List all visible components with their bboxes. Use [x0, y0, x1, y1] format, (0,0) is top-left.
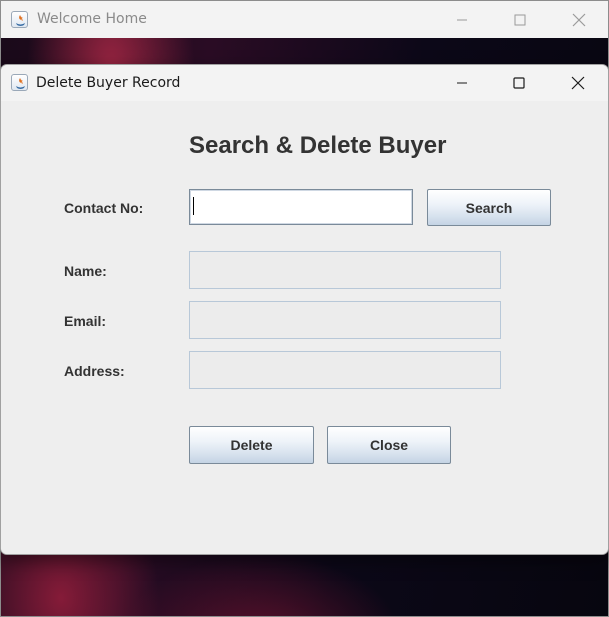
email-field: [189, 301, 501, 339]
email-label: Email:: [64, 313, 107, 329]
dialog-body: Search & Delete Buyer Contact No: Search…: [1, 101, 608, 554]
delete-buyer-dialog: Delete Buyer Record Search & Delete Buye…: [0, 64, 609, 555]
java-app-icon: [11, 11, 28, 28]
close-icon[interactable]: [556, 1, 602, 38]
maximize-icon[interactable]: [497, 1, 543, 38]
page-title: Search & Delete Buyer: [189, 132, 447, 159]
contact-label: Contact No:: [64, 200, 144, 216]
close-button[interactable]: Close: [327, 426, 451, 464]
address-label: Address:: [64, 363, 125, 379]
name-label: Name:: [64, 263, 107, 279]
dialog-titlebar[interactable]: Delete Buyer Record: [1, 65, 608, 101]
contact-input[interactable]: [189, 189, 413, 225]
search-button[interactable]: Search: [427, 189, 551, 226]
background-titlebar: Welcome Home: [1, 1, 608, 38]
java-app-icon: [11, 74, 28, 91]
background-window-title: Welcome Home: [37, 11, 147, 27]
dialog-title: Delete Buyer Record: [36, 75, 181, 91]
address-field: [189, 351, 501, 389]
text-caret: [193, 197, 194, 215]
delete-button[interactable]: Delete: [189, 426, 314, 464]
minimize-icon[interactable]: [439, 65, 485, 101]
name-field: [189, 251, 501, 289]
close-icon[interactable]: [555, 65, 601, 101]
minimize-icon[interactable]: [439, 1, 485, 38]
maximize-icon[interactable]: [496, 65, 542, 101]
